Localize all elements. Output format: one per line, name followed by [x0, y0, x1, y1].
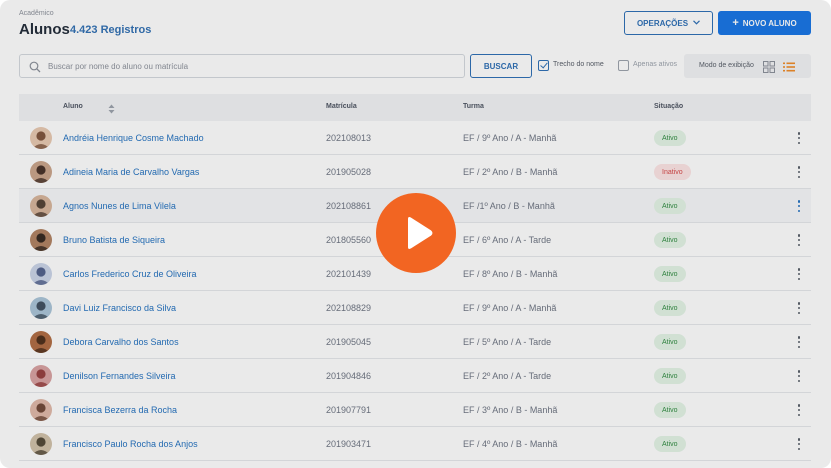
student-registration: 201903471	[326, 439, 372, 449]
student-class: EF /1º Ano / B - Manhã	[463, 201, 555, 211]
kebab-menu-icon[interactable]	[794, 199, 804, 213]
status-badge: Ativo	[654, 368, 686, 384]
student-name[interactable]: Denilson Fernandes Silveira	[63, 371, 176, 381]
table-row[interactable]: Francisca Bezerra da Rocha 201907791 EF …	[19, 393, 811, 427]
status-badge: Inativo	[654, 164, 691, 180]
student-registration: 201905028	[326, 167, 372, 177]
student-registration: 202101439	[326, 269, 372, 279]
app-frame: Acadêmico Alunos 4.423 Registros OPERAÇÕ…	[0, 0, 831, 468]
status-badge: Ativo	[654, 334, 686, 350]
search-icon	[29, 60, 41, 73]
kebab-menu-icon[interactable]	[794, 369, 804, 383]
table-row[interactable]: Francisco Paulo Rocha dos Anjos 20190347…	[19, 427, 811, 461]
new-student-label: NOVO ALUNO	[742, 18, 797, 28]
plus-icon: +	[732, 17, 739, 29]
kebab-menu-icon[interactable]	[794, 267, 804, 281]
table-row[interactable]: Debora Carvalho dos Santos 201905045 EF …	[19, 325, 811, 359]
student-class: EF / 9º Ano / A - Manhã	[463, 303, 557, 313]
avatar	[30, 365, 52, 387]
sort-icon[interactable]	[108, 101, 115, 114]
view-mode-selector: Modo de exibição	[684, 54, 811, 78]
student-class: EF / 4º Ano / B - Manhã	[463, 439, 558, 449]
avatar	[30, 263, 52, 285]
student-registration: 201904846	[326, 371, 372, 381]
avatar	[30, 161, 52, 183]
table-row[interactable]: Davi Luiz Francisco da Silva 202108829 E…	[19, 291, 811, 325]
table-row[interactable]: Denilson Fernandes Silveira 201904846 EF…	[19, 359, 811, 393]
status-badge: Ativo	[654, 300, 686, 316]
avatar	[30, 297, 52, 319]
student-class: EF / 2º Ano / B - Manhã	[463, 167, 558, 177]
student-name[interactable]: Francisco Paulo Rocha dos Anjos	[63, 439, 198, 449]
column-header-status: Situação	[654, 103, 684, 110]
student-class: EF / 2º Ano / A - Tarde	[463, 371, 552, 381]
student-name[interactable]: Bruno Batista de Siqueira	[63, 235, 165, 245]
kebab-menu-icon[interactable]	[794, 403, 804, 417]
new-student-button[interactable]: + NOVO ALUNO	[718, 11, 811, 35]
avatar	[30, 229, 52, 251]
chevron-down-icon	[693, 19, 700, 27]
kebab-menu-icon[interactable]	[794, 437, 804, 451]
search-input[interactable]	[48, 55, 458, 77]
kebab-menu-icon[interactable]	[794, 301, 804, 315]
column-header-class: Turma	[463, 103, 484, 110]
status-badge: Ativo	[654, 402, 686, 418]
student-class: EF / 3º Ano / B - Manhã	[463, 405, 558, 415]
avatar	[30, 127, 52, 149]
student-name[interactable]: Carlos Frederico Cruz de Oliveira	[63, 269, 197, 279]
status-badge: Ativo	[654, 436, 686, 452]
column-header-registration: Matrícula	[326, 103, 357, 110]
view-mode-label: Modo de exibição	[699, 62, 754, 69]
kebab-menu-icon[interactable]	[794, 131, 804, 145]
operations-label: OPERAÇÕES	[636, 18, 689, 28]
status-badge: Ativo	[654, 232, 686, 248]
status-badge: Ativo	[654, 198, 686, 214]
students-table-body: Andréia Henrique Cosme Machado 202108013…	[19, 121, 811, 461]
avatar	[30, 331, 52, 353]
student-name[interactable]: Adineia Maria de Carvalho Vargas	[63, 167, 199, 177]
student-name[interactable]: Davi Luiz Francisco da Silva	[63, 303, 176, 313]
student-name[interactable]: Francisca Bezerra da Rocha	[63, 405, 177, 415]
student-registration: 201907791	[326, 405, 372, 415]
student-registration: 202108013	[326, 133, 372, 143]
column-header-student[interactable]: Aluno	[63, 103, 83, 110]
student-class: EF / 5º Ano / A - Tarde	[463, 337, 552, 347]
kebab-menu-icon[interactable]	[794, 335, 804, 349]
student-class: EF / 9º Ano / A - Manhã	[463, 133, 557, 143]
student-registration: 201905045	[326, 337, 372, 347]
operations-button[interactable]: OPERAÇÕES	[624, 11, 713, 35]
breadcrumb[interactable]: Acadêmico	[19, 10, 54, 17]
student-class: EF / 8º Ano / B - Manhã	[463, 269, 558, 279]
grid-view-icon[interactable]	[763, 60, 775, 73]
kebab-menu-icon[interactable]	[794, 165, 804, 179]
student-name[interactable]: Debora Carvalho dos Santos	[63, 337, 179, 347]
page-header: Acadêmico Alunos 4.423 Registros OPERAÇÕ…	[19, 9, 811, 41]
status-badge: Ativo	[654, 130, 686, 146]
active-only-checkbox[interactable]	[618, 60, 629, 71]
student-registration: 202108861	[326, 201, 372, 211]
status-badge: Ativo	[654, 266, 686, 282]
avatar	[30, 195, 52, 217]
student-registration: 201805560	[326, 235, 372, 245]
page-title: Alunos	[19, 21, 70, 38]
student-class: EF / 6º Ano / A - Tarde	[463, 235, 552, 245]
student-name[interactable]: Andréia Henrique Cosme Machado	[63, 133, 204, 143]
table-row[interactable]: Adineia Maria de Carvalho Vargas 2019050…	[19, 155, 811, 189]
search-button[interactable]: BUSCAR	[470, 54, 532, 78]
avatar	[30, 399, 52, 421]
student-name[interactable]: Agnos Nunes de Lima Vilela	[63, 201, 176, 211]
play-button[interactable]	[376, 193, 456, 273]
record-count: 4.423 Registros	[70, 24, 152, 36]
kebab-menu-icon[interactable]	[794, 233, 804, 247]
student-registration: 202108829	[326, 303, 372, 313]
play-icon	[408, 217, 433, 249]
list-view-icon[interactable]	[783, 60, 795, 72]
search-bar	[19, 54, 465, 78]
table-header: Aluno Matrícula Turma Situação	[19, 94, 811, 121]
table-row[interactable]: Andréia Henrique Cosme Machado 202108013…	[19, 121, 811, 155]
active-only-label[interactable]: Apenas ativos	[633, 61, 677, 68]
name-excerpt-label[interactable]: Trecho do nome	[553, 61, 604, 68]
name-excerpt-checkbox[interactable]	[538, 60, 549, 71]
avatar	[30, 433, 52, 455]
